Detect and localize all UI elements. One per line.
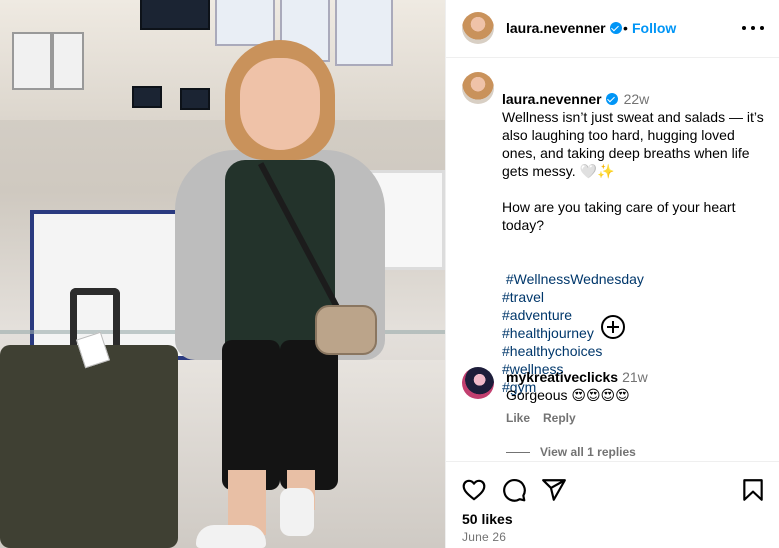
comment-header: mykreativeclicks 21w	[506, 368, 648, 386]
photo-belt-bag	[315, 305, 377, 355]
verified-icon	[605, 93, 618, 105]
hashtag[interactable]: #healthychoices	[502, 343, 602, 359]
post-date[interactable]: June 26	[462, 530, 506, 544]
commenter-username[interactable]: mykreativeclicks	[506, 369, 618, 385]
photo-shoe	[196, 525, 266, 548]
photo-screen	[180, 88, 210, 110]
post-caption: laura.nevenner 22w Wellness isn’t just sw…	[502, 72, 768, 396]
caption-author-username[interactable]: laura.nevenner	[502, 91, 618, 107]
comment-icon[interactable]	[501, 477, 527, 503]
header-separator: •	[623, 20, 628, 36]
likes-count[interactable]: 50 likes	[462, 511, 513, 527]
comment-actions: Like Reply	[506, 411, 589, 425]
more-options-icon[interactable]	[742, 18, 764, 38]
hashtag[interactable]: #WellnessWednesday	[506, 271, 644, 287]
view-replies-label[interactable]: View all 1 replies	[540, 445, 636, 459]
post-photo[interactable]	[0, 0, 445, 548]
author-avatar[interactable]	[462, 12, 494, 44]
photo-person-leg	[280, 340, 338, 490]
photo-person-leg	[222, 340, 280, 490]
photo-screen	[215, 0, 275, 46]
hashtag[interactable]: #travel	[502, 289, 544, 305]
comments-scroll-area[interactable]: laura.nevenner 22w Wellness isn’t just sw…	[446, 59, 779, 461]
photo-screen	[335, 0, 393, 66]
caption-question: How are you taking care of your heart to…	[502, 199, 736, 233]
verified-icon	[609, 22, 622, 34]
hashtag[interactable]: #adventure	[502, 307, 572, 323]
author-username[interactable]: laura.nevenner	[506, 20, 622, 36]
replies-divider	[506, 451, 530, 453]
share-icon[interactable]	[541, 477, 567, 503]
caption-spacer	[502, 234, 768, 252]
caption-spacer	[502, 180, 768, 198]
comment-time[interactable]: 21w	[622, 369, 648, 385]
photo-suitcase	[0, 345, 178, 548]
comment-like-button[interactable]: Like	[506, 411, 530, 425]
comment-text: Gorgeous 😍😍😍😍	[506, 387, 630, 403]
author-username-text[interactable]: laura.nevenner	[506, 20, 606, 36]
photo-sign	[12, 32, 52, 90]
post-header: laura.nevenner • Follow	[446, 0, 779, 58]
photo-person-face	[240, 58, 320, 150]
photo-shoe	[280, 488, 314, 536]
caption-text: Wellness isn’t just sweat and salads — i…	[502, 109, 764, 179]
hashtag[interactable]: #healthjourney	[502, 325, 594, 341]
post-side-panel: laura.nevenner • Follow laura.nevenner 22…	[445, 0, 779, 548]
photo-screen	[140, 0, 210, 30]
photo-screen	[132, 86, 162, 108]
follow-button[interactable]: Follow	[632, 20, 676, 36]
caption-time[interactable]: 22w	[624, 91, 650, 107]
add-comment-icon[interactable]	[601, 315, 625, 339]
comment-reply-button[interactable]: Reply	[543, 411, 576, 425]
view-replies-button[interactable]: View all 1 replies	[506, 445, 636, 459]
heart-icon[interactable]	[461, 477, 487, 503]
post-actions-footer: 50 likes June 26	[446, 461, 779, 548]
commenter-avatar[interactable]	[462, 367, 494, 399]
bookmark-icon[interactable]	[740, 477, 766, 503]
caption-author-avatar[interactable]	[462, 72, 494, 104]
caption-author-username-text[interactable]: laura.nevenner	[502, 91, 602, 107]
photo-sign	[52, 32, 84, 90]
